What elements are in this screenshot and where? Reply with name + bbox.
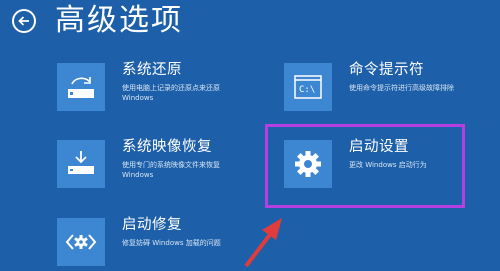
pointer-arrow-icon (244, 218, 282, 268)
